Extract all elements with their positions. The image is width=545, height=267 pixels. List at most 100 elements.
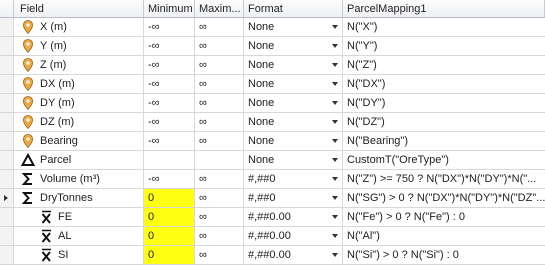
parcel-mapping-cell[interactable]: N("Fe") > 0 ? N("Fe") : 0: [343, 208, 545, 226]
parcel-mapping-cell[interactable]: CustomT("OreType"): [343, 151, 545, 169]
format-select[interactable]: #,##0: [244, 189, 343, 207]
table-row[interactable]: DryTonnes 0 ∞ #,##0 N("SG") > 0 ? N("DX")*N(…: [0, 189, 545, 208]
table-row[interactable]: Bearing -∞ ∞ None N("Bearing"): [0, 132, 545, 151]
table-row[interactable]: AL 0 ∞ #,##0.00 N("Al"): [0, 227, 545, 246]
format-select[interactable]: None: [244, 37, 343, 55]
field-cell[interactable]: Y (m): [14, 37, 144, 55]
row-indicator[interactable]: [0, 227, 14, 245]
chevron-down-icon[interactable]: [332, 82, 338, 86]
minimum-cell[interactable]: 0: [144, 246, 195, 264]
chevron-down-icon[interactable]: [332, 139, 338, 143]
minimum-cell[interactable]: -∞: [144, 94, 195, 112]
maximum-cell[interactable]: ∞: [195, 18, 244, 36]
chevron-down-icon[interactable]: [332, 120, 338, 124]
table-row[interactable]: Z (m) -∞ ∞ None N("Z"): [0, 56, 545, 75]
parcel-mapping-cell[interactable]: N("Bearing"): [343, 132, 545, 150]
field-cell[interactable]: AL: [14, 227, 144, 245]
table-row[interactable]: X (m) -∞ ∞ None N("X"): [0, 18, 545, 37]
chevron-down-icon[interactable]: [332, 25, 338, 29]
row-indicator[interactable]: [0, 246, 14, 264]
field-cell[interactable]: Bearing: [14, 132, 144, 150]
row-indicator[interactable]: [0, 189, 14, 207]
minimum-cell[interactable]: -∞: [144, 37, 195, 55]
chevron-down-icon[interactable]: [332, 234, 338, 238]
chevron-down-icon[interactable]: [332, 215, 338, 219]
field-cell[interactable]: DZ (m): [14, 113, 144, 131]
header-maximum[interactable]: Maxim...: [195, 0, 244, 17]
field-cell[interactable]: DryTonnes: [14, 189, 144, 207]
minimum-cell[interactable]: 0: [144, 227, 195, 245]
row-indicator[interactable]: [0, 113, 14, 131]
maximum-cell[interactable]: ∞: [195, 246, 244, 264]
format-select[interactable]: None: [244, 56, 343, 74]
parcel-mapping-cell[interactable]: N("Z"): [343, 56, 545, 74]
chevron-down-icon[interactable]: [332, 158, 338, 162]
minimum-cell[interactable]: -∞: [144, 18, 195, 36]
parcel-mapping-cell[interactable]: N("Al"): [343, 227, 545, 245]
parcel-mapping-cell[interactable]: N("X"): [343, 18, 545, 36]
field-cell[interactable]: FE: [14, 208, 144, 226]
maximum-cell[interactable]: ∞: [195, 37, 244, 55]
table-row[interactable]: FE 0 ∞ #,##0.00 N("Fe") > 0 ? N("Fe") : 0: [0, 208, 545, 227]
minimum-cell[interactable]: -∞: [144, 56, 195, 74]
chevron-down-icon[interactable]: [332, 177, 338, 181]
field-cell[interactable]: SI: [14, 246, 144, 264]
maximum-cell[interactable]: [195, 151, 244, 169]
table-row[interactable]: DZ (m) -∞ ∞ None N("DZ"): [0, 113, 545, 132]
maximum-cell[interactable]: ∞: [195, 189, 244, 207]
format-select[interactable]: None: [244, 75, 343, 93]
chevron-down-icon[interactable]: [332, 101, 338, 105]
parcel-mapping-cell[interactable]: N("DZ"): [343, 113, 545, 131]
row-indicator[interactable]: [0, 56, 14, 74]
format-select[interactable]: None: [244, 132, 343, 150]
maximum-cell[interactable]: ∞: [195, 94, 244, 112]
table-row[interactable]: SI 0 ∞ #,##0.00 N("Si") > 0 ? N("Si") : 0: [0, 246, 545, 265]
maximum-cell[interactable]: ∞: [195, 170, 244, 188]
header-minimum[interactable]: Minimum: [144, 0, 195, 17]
row-indicator[interactable]: [0, 75, 14, 93]
row-indicator[interactable]: [0, 151, 14, 169]
parcel-mapping-cell[interactable]: N("Z") >= 750 ? N("DX")*N("DY")*N("...: [343, 170, 545, 188]
table-row[interactable]: Parcel None CustomT("OreType"): [0, 151, 545, 170]
table-row[interactable]: DX (m) -∞ ∞ None N("DX"): [0, 75, 545, 94]
row-indicator[interactable]: [0, 37, 14, 55]
minimum-cell[interactable]: -∞: [144, 132, 195, 150]
row-indicator[interactable]: [0, 18, 14, 36]
minimum-cell[interactable]: -∞: [144, 113, 195, 131]
table-row[interactable]: Volume (m³) -∞ ∞ #,##0 N("Z") >= 750 ? N("DX…: [0, 170, 545, 189]
row-indicator[interactable]: [0, 94, 14, 112]
maximum-cell[interactable]: ∞: [195, 208, 244, 226]
format-select[interactable]: None: [244, 151, 343, 169]
minimum-cell[interactable]: 0: [144, 189, 195, 207]
chevron-down-icon[interactable]: [332, 196, 338, 200]
minimum-cell[interactable]: -∞: [144, 170, 195, 188]
parcel-mapping-cell[interactable]: N("SG") > 0 ? N("DX")*N("DY")*N("DZ"...: [343, 189, 545, 207]
chevron-down-icon[interactable]: [332, 63, 338, 67]
parcel-mapping-cell[interactable]: N("Si") > 0 ? N("Si") : 0: [343, 246, 545, 264]
table-row[interactable]: DY (m) -∞ ∞ None N("DY"): [0, 94, 545, 113]
field-cell[interactable]: Z (m): [14, 56, 144, 74]
minimum-cell[interactable]: -∞: [144, 75, 195, 93]
chevron-down-icon[interactable]: [332, 44, 338, 48]
format-select[interactable]: None: [244, 113, 343, 131]
maximum-cell[interactable]: ∞: [195, 56, 244, 74]
header-parcel-mapping[interactable]: ParcelMapping1: [343, 0, 545, 17]
maximum-cell[interactable]: ∞: [195, 227, 244, 245]
format-select[interactable]: None: [244, 94, 343, 112]
maximum-cell[interactable]: ∞: [195, 113, 244, 131]
chevron-down-icon[interactable]: [332, 253, 338, 257]
row-indicator[interactable]: [0, 208, 14, 226]
maximum-cell[interactable]: ∞: [195, 132, 244, 150]
format-select[interactable]: #,##0: [244, 170, 343, 188]
parcel-mapping-cell[interactable]: N("DX"): [343, 75, 545, 93]
parcel-mapping-cell[interactable]: N("Y"): [343, 37, 545, 55]
format-select[interactable]: #,##0.00: [244, 227, 343, 245]
header-field[interactable]: Field: [14, 0, 144, 17]
field-cell[interactable]: Parcel: [14, 151, 144, 169]
maximum-cell[interactable]: ∞: [195, 75, 244, 93]
parcel-mapping-cell[interactable]: N("DY"): [343, 94, 545, 112]
row-indicator[interactable]: [0, 132, 14, 150]
table-row[interactable]: Y (m) -∞ ∞ None N("Y"): [0, 37, 545, 56]
format-select[interactable]: #,##0.00: [244, 208, 343, 226]
field-cell[interactable]: X (m): [14, 18, 144, 36]
